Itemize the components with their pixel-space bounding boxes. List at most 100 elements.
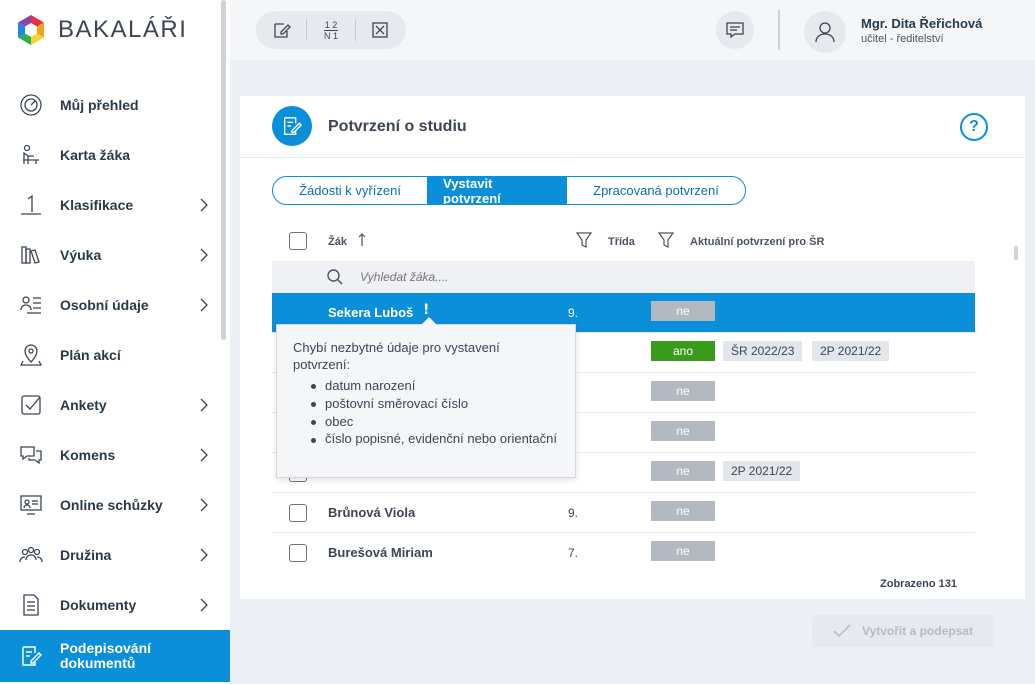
messages-button[interactable]: [716, 11, 754, 49]
app-logo[interactable]: BAKALÁŘI: [16, 14, 187, 46]
sidebar-item-label: Plán akcí: [60, 347, 121, 363]
sidebar-item-vyuka[interactable]: Výuka: [0, 230, 230, 280]
toolbar: 1 2 N 1: [256, 11, 406, 49]
create-and-sign-label: Vytvořit a podepsat: [862, 624, 973, 638]
sidebar-item-label: Osobní údaje: [60, 297, 149, 313]
edit-tool-button[interactable]: [269, 17, 295, 43]
avatar[interactable]: [804, 11, 846, 53]
sidebar-item-label: Komens: [60, 447, 116, 463]
sidebar-item-karta-zaka[interactable]: Karta žáka: [0, 130, 230, 180]
books-icon: [18, 242, 44, 268]
chat-bubbles-icon: [18, 442, 44, 468]
tooltip-list: datum narození poštovní směrovací číslo …: [293, 377, 559, 447]
tooltip-item: datum narození: [311, 377, 559, 395]
certificate-tag: 2P 2021/22: [812, 341, 890, 361]
status-badge: ne: [651, 501, 715, 521]
select-all-checkbox[interactable]: [289, 232, 307, 250]
status-badge: ano: [651, 341, 715, 361]
gauge-icon: [18, 92, 44, 118]
certificate-tag: 2P 2021/22: [723, 461, 801, 481]
edit-icon: [274, 23, 292, 38]
profile-list-icon: [18, 292, 44, 318]
column-header-current-certificate[interactable]: Aktuální potvrzení pro ŠR: [690, 236, 824, 248]
table-row[interactable]: Burešová Miriam 7. ne: [272, 533, 975, 573]
sort-arrow-up-icon[interactable]: [358, 232, 366, 248]
chevron-right-icon: [200, 248, 208, 262]
search-input[interactable]: [360, 267, 760, 287]
student-class: 9.: [568, 506, 579, 520]
tooltip-item: číslo popisné, evidenční nebo orientační: [311, 431, 557, 446]
sidebar-item-muj-prehled[interactable]: Můj přehled: [0, 80, 230, 130]
help-button[interactable]: ?: [960, 113, 988, 141]
sidebar-item-podepisovani-dokumentu[interactable]: Podepisování dokumentů: [0, 630, 230, 682]
chevron-right-icon: [200, 398, 208, 412]
filter-icon[interactable]: [576, 231, 592, 249]
tab-zpracovana-potvrzeni[interactable]: Zpracovaná potvrzení: [567, 177, 745, 204]
certificate-tag: ŠR 2022/23: [723, 341, 803, 361]
sidebar-nav: Můj přehled Karta žáka Klasifikace Výuka: [0, 80, 230, 682]
sign-document-icon: [18, 643, 44, 669]
close-box-icon: [371, 22, 388, 38]
close-box-tool-button[interactable]: [367, 17, 393, 43]
sidebar-item-plan-akci[interactable]: Plán akcí: [0, 330, 230, 380]
fraction-top: 1 2: [324, 19, 338, 30]
sidebar-item-label: Karta žáka: [60, 147, 131, 163]
create-and-sign-button[interactable]: Vytvořit a podepsat: [812, 615, 993, 647]
group-icon: [18, 542, 44, 568]
sidebar-item-label: Družina: [60, 547, 112, 563]
tooltip-item: obec: [311, 413, 559, 431]
column-header-class[interactable]: Třída: [608, 236, 635, 248]
tab-zadosti-k-vyrizeni[interactable]: Žádosti k vyřízení: [273, 177, 427, 204]
checkmark-icon: [833, 624, 851, 638]
student-name: Sekera Luboš: [328, 305, 414, 320]
tab-vystavit-potvrzeni[interactable]: Vystavit potvrzení: [427, 177, 567, 204]
topbar-divider: [778, 10, 780, 50]
sidebar-item-dokumenty[interactable]: Dokumenty: [0, 580, 230, 630]
row-checkbox[interactable]: [289, 544, 307, 562]
sidebar-item-klasifikace[interactable]: Klasifikace: [0, 180, 230, 230]
fraction-icon: 1 2 N 1: [323, 19, 338, 41]
chevron-right-icon: [200, 198, 208, 212]
status-badge: ne: [651, 301, 715, 321]
filter-icon[interactable]: [658, 231, 674, 249]
page-title: Potvrzení o studiu: [328, 118, 467, 135]
chevron-right-icon: [200, 598, 208, 612]
user-name[interactable]: Mgr. Dita Řeřichová: [861, 16, 982, 31]
tab-bar: Žádosti k vyřízení Vystavit potvrzení Zp…: [272, 176, 746, 205]
chevron-right-icon: [200, 298, 208, 312]
result-count: Zobrazeno 131: [880, 578, 958, 590]
status-badge: ne: [651, 541, 715, 561]
card-header: Potvrzení o studiu ?: [240, 96, 1025, 158]
sidebar-item-label: Online schůzky: [60, 497, 163, 513]
missing-data-tooltip: Chybí nezbytné údaje pro vystavení potvr…: [276, 317, 576, 478]
student-name: Burešová Miriam: [328, 545, 433, 560]
sidebar-item-druzina[interactable]: Družina: [0, 530, 230, 580]
search-row: [272, 261, 975, 293]
user-role: učitel - ředitelství: [861, 33, 944, 45]
table-row[interactable]: Brůnová Viola 9. ne: [272, 493, 975, 533]
chevron-right-icon: [200, 498, 208, 512]
sidebar-item-osobni-udaje[interactable]: Osobní údaje: [0, 280, 230, 330]
user-icon: [815, 22, 835, 43]
fraction-tool-button[interactable]: 1 2 N 1: [318, 17, 344, 43]
sidebar-item-label: Podepisování dokumentů: [60, 640, 152, 671]
status-badge: ne: [651, 381, 715, 401]
toolbar-divider: [354, 19, 356, 41]
content-scrollbar[interactable]: [1014, 246, 1018, 260]
video-meeting-icon: [18, 492, 44, 518]
student-class: 7.: [568, 546, 579, 560]
fraction-bottom: N 1: [323, 29, 338, 41]
chevron-right-icon: [200, 448, 208, 462]
status-badge: ne: [651, 461, 715, 481]
column-header-student[interactable]: Žák: [328, 236, 347, 248]
tooltip-intro: Chybí nezbytné údaje pro vystavení potvr…: [293, 340, 500, 372]
bakalari-logo-icon: [18, 15, 44, 45]
row-checkbox[interactable]: [289, 504, 307, 522]
sidebar-item-ankety[interactable]: Ankety: [0, 380, 230, 430]
top-bar: 1 2 N 1 Mgr. Dita Řeřichová učitel - řed…: [230, 0, 1035, 60]
warning-icon[interactable]: !: [423, 302, 429, 318]
sidebar-item-online-schuzky[interactable]: Online schůzky: [0, 480, 230, 530]
tooltip-item: poštovní směrovací číslo: [311, 395, 559, 413]
sidebar-item-komens[interactable]: Komens: [0, 430, 230, 480]
search-icon: [327, 269, 343, 285]
